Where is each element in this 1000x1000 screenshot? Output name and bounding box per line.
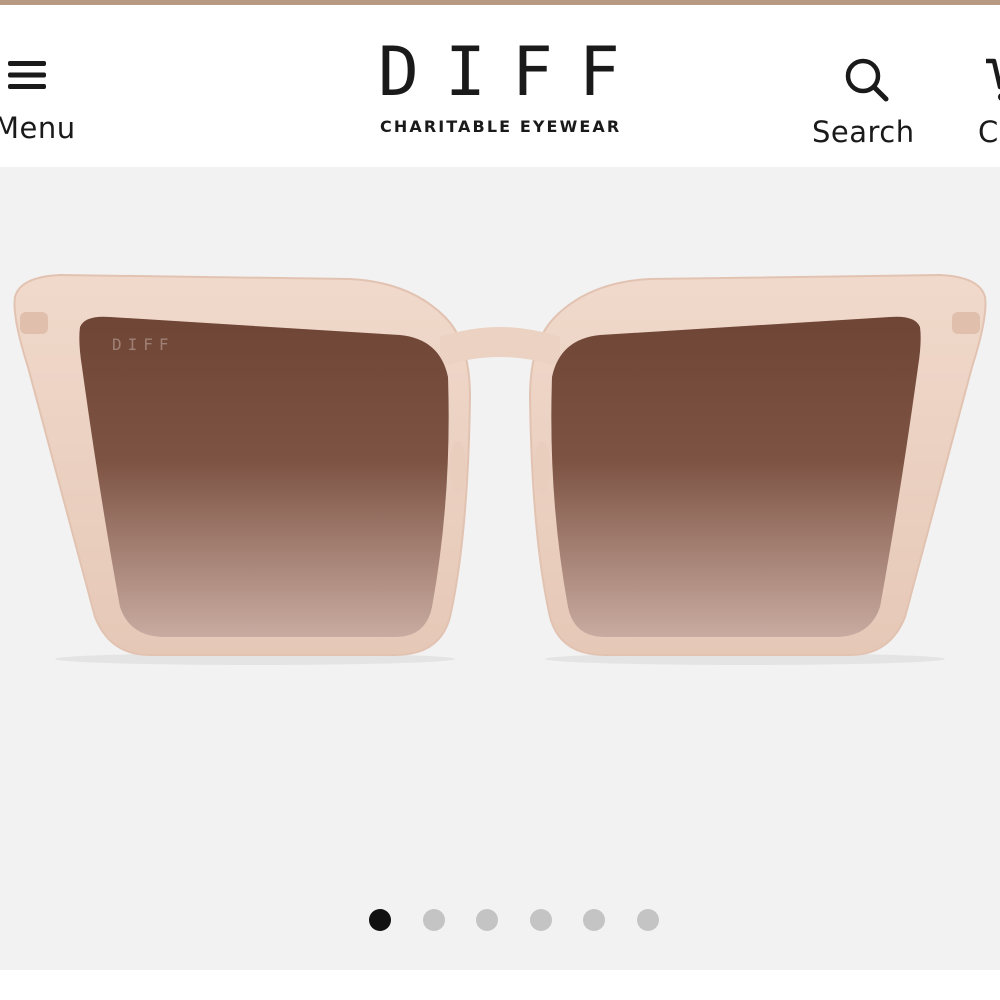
cart-label: C xyxy=(978,115,999,149)
carousel-dot-4[interactable] xyxy=(529,909,552,931)
hamburger-icon xyxy=(8,61,46,89)
site-header: Menu DIFF CHARITABLE EYEWEAR Search C xyxy=(0,5,1000,167)
carousel-dot-1[interactable] xyxy=(369,909,391,931)
carousel-dot-2[interactable] xyxy=(422,909,445,931)
carousel-dots xyxy=(0,907,1000,937)
lens-logo: DIFF xyxy=(112,335,175,354)
logo-tagline: CHARITABLE EYEWEAR xyxy=(380,117,622,136)
menu-label: Menu xyxy=(0,111,76,145)
cart-button[interactable]: C xyxy=(970,55,1000,155)
search-button[interactable]: Search xyxy=(806,55,926,155)
menu-button[interactable]: Menu xyxy=(0,55,80,155)
brand-logo[interactable]: DIFF CHARITABLE EYEWEAR xyxy=(368,33,668,143)
carousel-dot-5[interactable] xyxy=(583,909,605,931)
cart-icon xyxy=(986,58,1000,101)
carousel-dot-3[interactable] xyxy=(476,909,498,931)
logo-wordmark: DIFF xyxy=(378,33,646,112)
search-icon xyxy=(845,58,889,102)
carousel-dot-6[interactable] xyxy=(636,909,659,931)
bottom-strip xyxy=(0,970,1000,1000)
right-lens xyxy=(551,316,921,637)
sunglasses-image: DIFF xyxy=(13,273,987,665)
left-lens xyxy=(79,316,449,637)
product-gallery[interactable]: DIFF xyxy=(0,167,1000,970)
search-label: Search xyxy=(812,115,915,149)
